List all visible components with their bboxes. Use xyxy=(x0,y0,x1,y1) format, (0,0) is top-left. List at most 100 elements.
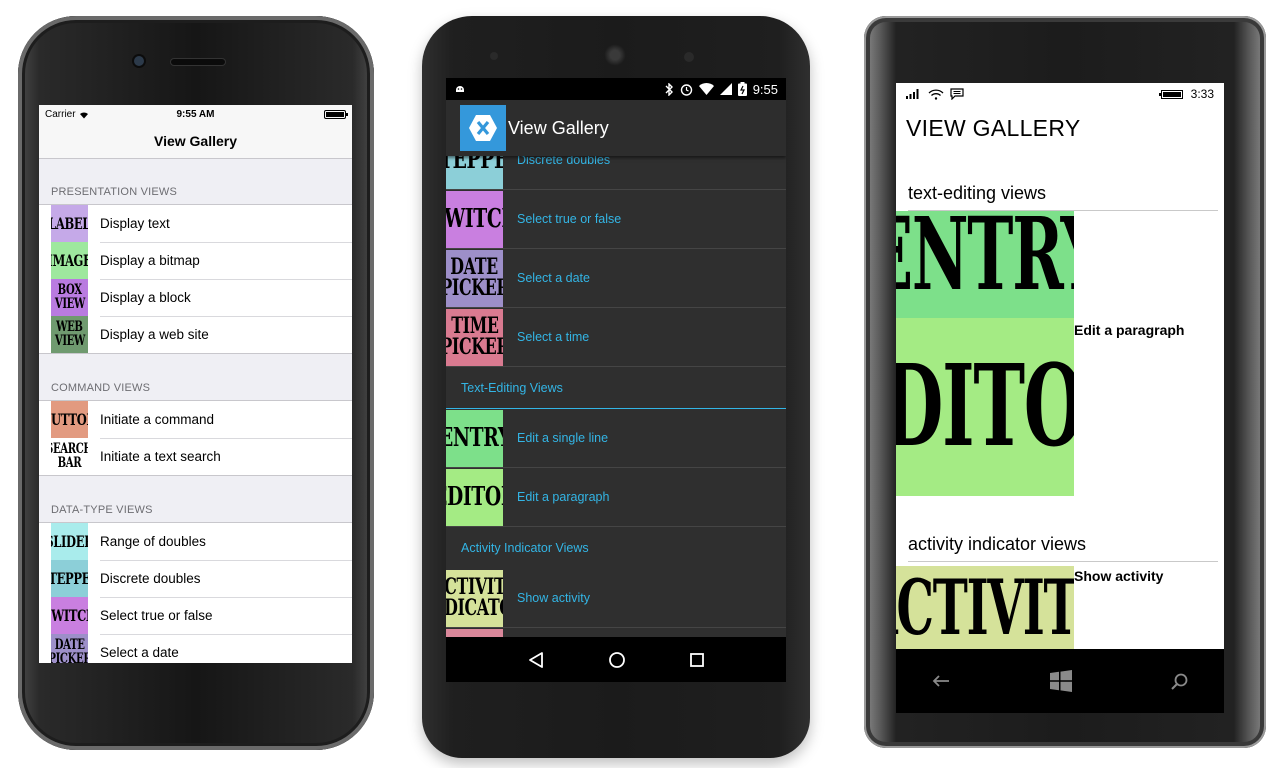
view-thumbnail: SWITCH xyxy=(51,597,88,634)
search-icon[interactable] xyxy=(1171,673,1188,690)
xamarin-logo[interactable] xyxy=(460,105,506,151)
thumbnail-text: SWITCH xyxy=(51,605,88,625)
list-item-label: Display text xyxy=(100,216,170,231)
list-item[interactable]: SEARCHBAR Initiate a text search xyxy=(39,438,352,475)
list-item[interactable]: DATEPICKER Select a date xyxy=(446,249,786,308)
home-icon[interactable] xyxy=(608,651,626,669)
list-item[interactable]: IMAGE Display a bitmap xyxy=(39,242,352,279)
thumbnail-text: IMAGE xyxy=(51,250,88,270)
view-thumbnail: LABEL xyxy=(51,205,88,242)
view-thumbnail: WEB VIEW xyxy=(51,316,88,353)
view-thumbnail: TIMEPICKER xyxy=(446,308,503,366)
list-item[interactable]: BUTTON Initiate a command xyxy=(39,401,352,438)
activity-thumbnail: ACTIVITY xyxy=(896,566,1074,649)
thumbnail-text: INDICATOR xyxy=(446,595,503,621)
list-item-label: Select true or false xyxy=(517,212,622,226)
list-item[interactable]: EDITOR Edit a paragraph xyxy=(446,468,786,527)
thumbnail-text: SLIDER xyxy=(51,531,88,551)
ios-screen: Carrier 9:55 AM View Gallery PRESENTATIO… xyxy=(39,105,352,663)
thumbnail-text: STEPPER xyxy=(446,156,503,175)
android-list[interactable]: STEPPER Discrete doubles SWITCH Select true… xyxy=(446,156,786,637)
list-item[interactable]: BOX VIEW Display a block xyxy=(39,279,352,316)
view-thumbnail: IMAGE xyxy=(51,242,88,279)
editor-thumbnail-text: EDITOR xyxy=(896,341,1074,472)
view-thumbnail: STEPPER xyxy=(51,560,88,597)
message-icon xyxy=(950,88,964,100)
wp-list[interactable]: text-editing views ENTRY EDITOR Edit a p… xyxy=(896,167,1224,649)
view-thumbnail: DATEPICKER xyxy=(446,249,503,307)
android-screen: 9:55 View Gallery STEPPER Discrete double… xyxy=(446,78,786,682)
android-device: 9:55 View Gallery STEPPER Discrete double… xyxy=(422,16,810,758)
status-icons: 9:55 xyxy=(665,82,778,97)
thumbnail-text: PICKER xyxy=(446,334,503,360)
view-thumbnail: ACTIVITYINDICATOR xyxy=(446,569,503,627)
view-thumbnail: PROGRESS xyxy=(446,628,503,637)
entry-thumbnail-text: ENTRY xyxy=(896,211,1074,313)
recents-icon[interactable] xyxy=(689,652,705,668)
list-item-label: Display a web site xyxy=(100,327,209,342)
list-item-label: Show activity xyxy=(1074,568,1164,584)
wp-list-item-entry[interactable]: ENTRY xyxy=(896,211,1224,318)
list-item[interactable]: SWITCH Select true or false xyxy=(446,190,786,249)
thumbnail-text: ENTRY xyxy=(446,422,503,453)
list-item[interactable]: WEB VIEW Display a web site xyxy=(39,316,352,353)
thumbnail-text: PICKER xyxy=(446,275,503,301)
list-item[interactable]: SLIDER Range of doubles xyxy=(39,523,352,560)
front-camera xyxy=(134,56,144,66)
list-item[interactable]: DATEPICKER Select a date xyxy=(39,634,352,663)
list-item-label: Edit a paragraph xyxy=(517,490,610,504)
list-item[interactable]: ENTRY Edit a single line xyxy=(446,409,786,468)
list-item[interactable]: LABEL Display text xyxy=(39,205,352,242)
list-item-label: Display a block xyxy=(100,290,191,305)
list-item-label: Edit a single line xyxy=(517,431,609,445)
iphone-device: Carrier 9:55 AM View Gallery PRESENTATIO… xyxy=(18,16,374,750)
section-group: SLIDER Range of doubles STEPPER Discrete do… xyxy=(39,522,352,663)
android-status-bar: 9:55 xyxy=(446,78,786,100)
list-item-label: Display a bitmap xyxy=(100,253,200,268)
list-item-label: Select a time xyxy=(517,330,590,344)
front-camera xyxy=(684,52,694,62)
list-item[interactable]: ACTIVITYINDICATOR Show activity xyxy=(446,569,786,628)
back-arrow-icon[interactable] xyxy=(932,674,950,688)
editor-thumbnail: EDITOR xyxy=(896,318,1074,496)
section-header: COMMAND VIEWS xyxy=(51,382,151,394)
thumbnail-text: BAR xyxy=(57,454,82,471)
list-item-label: Initiate a text search xyxy=(100,449,221,464)
windows-logo-icon[interactable] xyxy=(1049,670,1072,692)
section-header: DATA-TYPE VIEWS xyxy=(51,504,153,516)
list-item[interactable]: STEPPER Discrete doubles xyxy=(446,156,786,190)
view-thumbnail: SEARCHBAR xyxy=(51,438,88,475)
alarm-icon xyxy=(680,83,692,96)
back-icon[interactable] xyxy=(527,651,545,669)
earpiece-speaker xyxy=(604,44,626,66)
android-status-time: 9:55 xyxy=(752,81,778,97)
android-list-content: STEPPER Discrete doubles SWITCH Select true… xyxy=(446,156,786,637)
list-item-label: Discrete doubles xyxy=(517,156,611,167)
thumbnail-text: STEPPER xyxy=(51,568,88,588)
android-action-bar: View Gallery xyxy=(446,100,786,156)
view-thumbnail: BOX VIEW xyxy=(51,279,88,316)
front-sensor xyxy=(490,52,498,60)
thumbnail-text: VIEW xyxy=(54,295,85,312)
section-header: Activity Indicator Views xyxy=(461,541,589,555)
bluetooth-icon xyxy=(665,82,673,96)
activity-thumbnail-text: ACTIVITY xyxy=(896,566,1074,649)
thumbnail-text: SWITCH xyxy=(446,203,503,234)
wp-list-item-editor[interactable]: EDITOR Edit a paragraph xyxy=(896,318,1224,496)
view-thumbnail: EDITOR xyxy=(446,468,503,526)
list-item[interactable]: PROGRESS xyxy=(446,628,786,637)
list-item-label: Initiate a command xyxy=(100,412,215,427)
list-item-label: Discrete doubles xyxy=(100,571,201,586)
wp-nav-bar xyxy=(896,649,1224,713)
list-item-label: Edit a paragraph xyxy=(1074,322,1185,338)
page-title: View Gallery xyxy=(508,117,609,138)
list-item[interactable]: STEPPER Discrete doubles xyxy=(39,560,352,597)
thumbnail-text: EDITOR xyxy=(446,481,503,512)
battery-icon xyxy=(324,110,348,119)
list-item[interactable]: SWITCH Select true or false xyxy=(39,597,352,634)
list-item[interactable]: TIMEPICKER Select a time xyxy=(446,308,786,367)
view-thumbnail: BUTTON xyxy=(51,401,88,438)
wp-list-item-activity[interactable]: ACTIVITY Show activity xyxy=(896,566,1224,649)
windows-phone-device: 3:33 VIEW GALLERY text-editing views ENT… xyxy=(864,16,1266,748)
view-thumbnail: ENTRY xyxy=(446,409,503,467)
